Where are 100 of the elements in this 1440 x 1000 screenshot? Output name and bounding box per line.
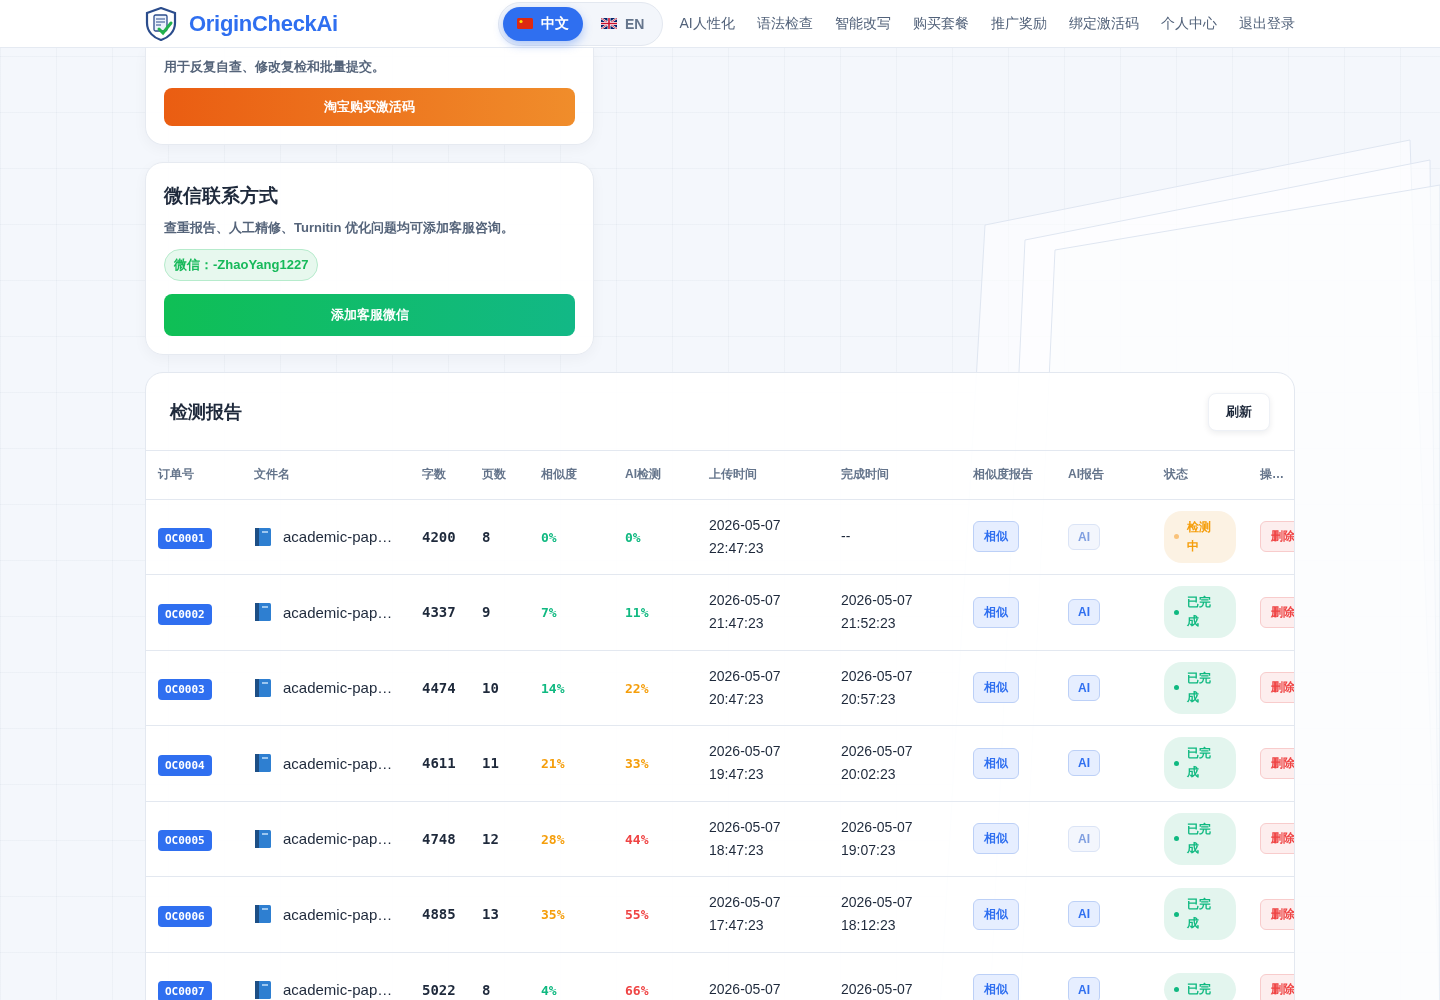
language-tab[interactable]: EN [587,6,659,41]
ai-report-button[interactable]: AI [1068,976,1100,1000]
file-name: academic-pap… [283,528,393,546]
nav-link[interactable]: 绑定激活码 [1068,14,1139,33]
book-icon [254,602,272,623]
column-header: AI检测 [613,451,697,499]
completion-time: 2026-05-07 21:52:23 [841,591,914,634]
ai-report-button[interactable]: AI [1068,674,1100,701]
order-badge: OC0002 [158,603,212,625]
nav-link[interactable]: 智能改写 [834,14,891,33]
status-badge: 已完成 [1164,812,1236,865]
status-badge: 已完成 [1164,737,1236,790]
column-header: 相似度 [529,451,613,499]
page-count: 9 [482,604,491,621]
status-badge: 已完成 [1164,586,1236,639]
completion-time: 2026-05-07 19:07:23 [841,817,914,860]
ai-report-button[interactable]: AI [1068,599,1100,626]
upload-time: 2026-05-07 22:47:23 [709,515,782,558]
column-header: 文件名 [242,451,410,499]
similarity-value: 14% [541,680,565,696]
similarity-report-button[interactable]: 相似 [973,596,1019,628]
similarity-report-button[interactable]: 相似 [973,974,1019,1000]
nav-link[interactable]: 退出登录 [1238,14,1295,33]
word-count: 4885 [422,906,456,923]
upload-time: 2026-05-07 21:47:23 [709,591,782,634]
similarity-value: 35% [541,907,565,923]
nav-link[interactable]: AI人性化 [679,14,735,33]
similarity-value: 4% [541,982,557,998]
buy-code-button[interactable]: 淘宝购买激活码 [164,88,575,126]
similarity-value: 21% [541,756,565,772]
word-count: 4474 [422,679,456,696]
word-count: 4337 [422,604,456,621]
status-badge: 已完 [1164,973,1236,1000]
order-badge: OC0006 [158,905,212,927]
ai-score: 11% [625,605,649,621]
word-count: 4200 [422,528,456,545]
ai-report-button[interactable]: AI [1068,750,1100,777]
page-count: 8 [482,981,491,998]
page-count: 10 [482,679,499,696]
page-count: 8 [482,528,491,545]
completion-time: 2026-05-07 20:02:23 [841,742,914,785]
similarity-report-button[interactable]: 相似 [973,521,1019,553]
word-count: 5022 [422,981,456,998]
nav-link[interactable]: 个人中心 [1160,14,1217,33]
ai-score: 44% [625,831,649,847]
file-name: academic-pap… [283,981,393,999]
column-header: 完成时间 [829,451,961,499]
ai-score: 55% [625,907,649,923]
status-badge: 检测中 [1164,510,1236,563]
order-badge: OC0003 [158,679,212,701]
similarity-report-button[interactable]: 相似 [973,823,1019,855]
page-count: 12 [482,830,499,847]
wechat-id-badge: 微信：-ZhaoYang1227 [164,249,319,281]
order-badge: OC0005 [158,830,212,852]
status-badge: 已完成 [1164,888,1236,941]
file-name: academic-pap… [283,830,393,848]
column-header: 上传时间 [697,451,829,499]
refresh-button[interactable]: 刷新 [1208,392,1270,431]
similarity-value: 0% [541,529,557,545]
file-name: academic-pap… [283,603,393,621]
completion-time: 2026-05-07 [841,980,914,1000]
similarity-report-button[interactable]: 相似 [973,672,1019,704]
nav-link[interactable]: 购买套餐 [912,14,969,33]
panel-title: 检测报告 [170,400,242,424]
similarity-report-button[interactable]: 相似 [973,898,1019,930]
upload-time: 2026-05-07 [709,980,782,1000]
book-icon [254,828,272,849]
similarity-value: 28% [541,831,565,847]
ai-score: 0% [625,529,641,545]
completion-time: 2026-05-07 18:12:23 [841,893,914,936]
status-badge: 已完成 [1164,661,1236,714]
nav-link[interactable]: 语法检查 [756,14,813,33]
upload-time: 2026-05-07 20:47:23 [709,666,782,709]
page-count: 11 [482,755,499,772]
file-name: academic-pap… [283,679,393,697]
nav-link[interactable]: 推广奖励 [990,14,1047,33]
word-count: 4748 [422,830,456,847]
ai-score: 66% [625,982,649,998]
add-wechat-button[interactable]: 添加客服微信 [164,294,575,336]
completion-time: 2026-05-07 20:57:23 [841,666,914,709]
order-badge: OC0004 [158,754,212,776]
page-count: 13 [482,906,499,923]
shield-logo-icon [145,6,177,41]
brand-name: OriginCheckAi [189,10,338,37]
column-header: 页数 [470,451,529,499]
file-name: academic-pap… [283,905,393,923]
ai-score: 33% [625,756,649,772]
word-count: 4611 [422,755,456,772]
book-icon [254,677,272,698]
book-icon [254,753,272,774]
column-header: 订单号 [146,451,242,499]
similarity-report-button[interactable]: 相似 [973,747,1019,779]
language-tab[interactable]: 中文 [503,6,583,41]
card-description: 查重报告、人工精修、Turnitin 优化问题均可添加客服咨询。 [164,219,515,237]
card-title: 微信联系方式 [164,184,278,208]
column-header: 相似度报告 [961,451,1056,499]
book-icon [254,979,272,1000]
ai-score: 22% [625,680,649,696]
book-icon [254,526,272,547]
ai-report-button[interactable]: AI [1068,901,1100,928]
